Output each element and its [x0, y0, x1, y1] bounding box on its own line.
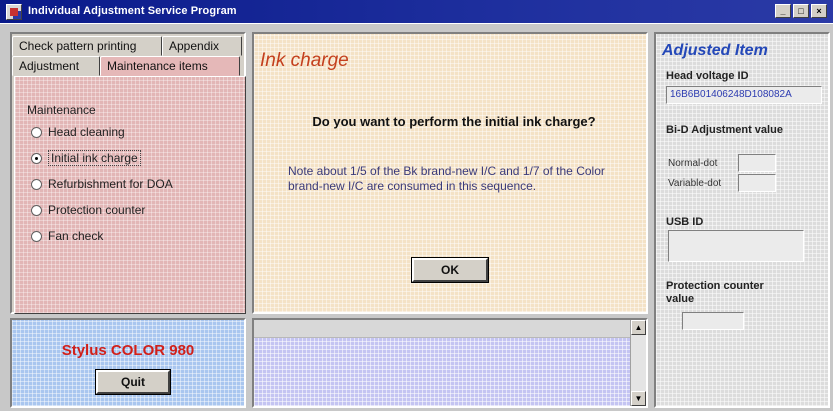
log-header	[254, 320, 630, 338]
radio-protection-counter[interactable]: Protection counter	[31, 201, 145, 219]
radio-button[interactable]	[31, 204, 42, 216]
maximize-button[interactable]: □	[793, 4, 809, 18]
radio-label: Head cleaning	[48, 125, 125, 139]
variable-dot-field[interactable]	[738, 174, 776, 192]
log-panel: ▲ ▼	[252, 318, 648, 408]
scroll-up-icon[interactable]: ▲	[631, 320, 646, 335]
radio-label: Fan check	[48, 229, 104, 243]
head-voltage-field[interactable]: 16B6B01406248D108082A	[666, 86, 822, 104]
radio-label: Refurbishment for DOA	[48, 177, 173, 191]
tab-panel: Check pattern printing Appendix Adjustme…	[10, 32, 246, 314]
radio-button-selected[interactable]	[31, 152, 42, 164]
tab-check-pattern-printing[interactable]: Check pattern printing	[12, 36, 162, 56]
dialog-question: Do you want to perform the initial ink c…	[312, 114, 596, 129]
tab-row-2: Adjustment Maintenance items	[12, 56, 248, 76]
radio-label: Initial ink charge	[48, 150, 141, 166]
usb-id-field[interactable]	[668, 230, 804, 262]
log-text-area[interactable]	[254, 338, 630, 406]
window-title: Individual Adjustment Service Program	[28, 5, 237, 17]
tab-appendix[interactable]: Appendix	[162, 36, 242, 56]
head-voltage-label: Head voltage ID	[666, 70, 749, 82]
quit-button[interactable]: Quit	[96, 370, 170, 394]
dialog-note: Note about 1/5 of the Bk brand-new I/C a…	[288, 164, 605, 193]
adjusted-item-title: Adjusted Item	[662, 42, 768, 59]
radio-fan-check[interactable]: Fan check	[31, 227, 103, 245]
radio-label: Protection counter	[48, 203, 146, 217]
product-name: Stylus COLOR 980	[61, 342, 195, 359]
tab-maintenance-items[interactable]: Maintenance items	[100, 56, 240, 76]
tab-row-1: Check pattern printing Appendix	[12, 36, 248, 56]
product-panel: Stylus COLOR 980 Quit	[10, 318, 246, 408]
window-controls: _ □ ×	[775, 4, 827, 18]
dialog-title: Ink charge	[260, 50, 349, 71]
usb-id-label: USB ID	[666, 216, 704, 228]
protection-counter-field[interactable]	[682, 312, 744, 330]
variable-dot-label: Variable-dot	[668, 178, 722, 189]
protection-counter-label: Protection counter value	[666, 280, 764, 305]
radio-button[interactable]	[31, 230, 42, 242]
tab-content: Maintenance Head cleaning Initial ink ch…	[14, 76, 246, 314]
radio-refurbishment-for-doa[interactable]: Refurbishment for DOA	[31, 175, 173, 193]
close-button[interactable]: ×	[811, 4, 827, 18]
bi-d-adjustment-label: Bi-D Adjustment value	[666, 124, 783, 136]
normal-dot-field[interactable]	[738, 154, 776, 172]
maintenance-group-label: Maintenance	[27, 103, 96, 117]
scroll-down-icon[interactable]: ▼	[631, 391, 646, 406]
radio-button[interactable]	[31, 126, 42, 138]
tab-adjustment[interactable]: Adjustment	[12, 56, 100, 76]
app-icon[interactable]	[6, 4, 22, 20]
ok-button[interactable]: OK	[412, 258, 488, 282]
adjusted-item-panel: Adjusted Item Head voltage ID 16B6B01406…	[654, 32, 830, 408]
normal-dot-label: Normal-dot	[668, 158, 718, 169]
minimize-button[interactable]: _	[775, 4, 791, 18]
radio-head-cleaning[interactable]: Head cleaning	[31, 123, 125, 141]
log-scrollbar[interactable]: ▲ ▼	[630, 320, 646, 406]
title-bar: Individual Adjustment Service Program _ …	[0, 0, 833, 24]
radio-button[interactable]	[31, 178, 42, 190]
ink-charge-dialog: Ink charge Do you want to perform the in…	[252, 32, 648, 314]
radio-initial-ink-charge[interactable]: Initial ink charge	[31, 149, 141, 167]
